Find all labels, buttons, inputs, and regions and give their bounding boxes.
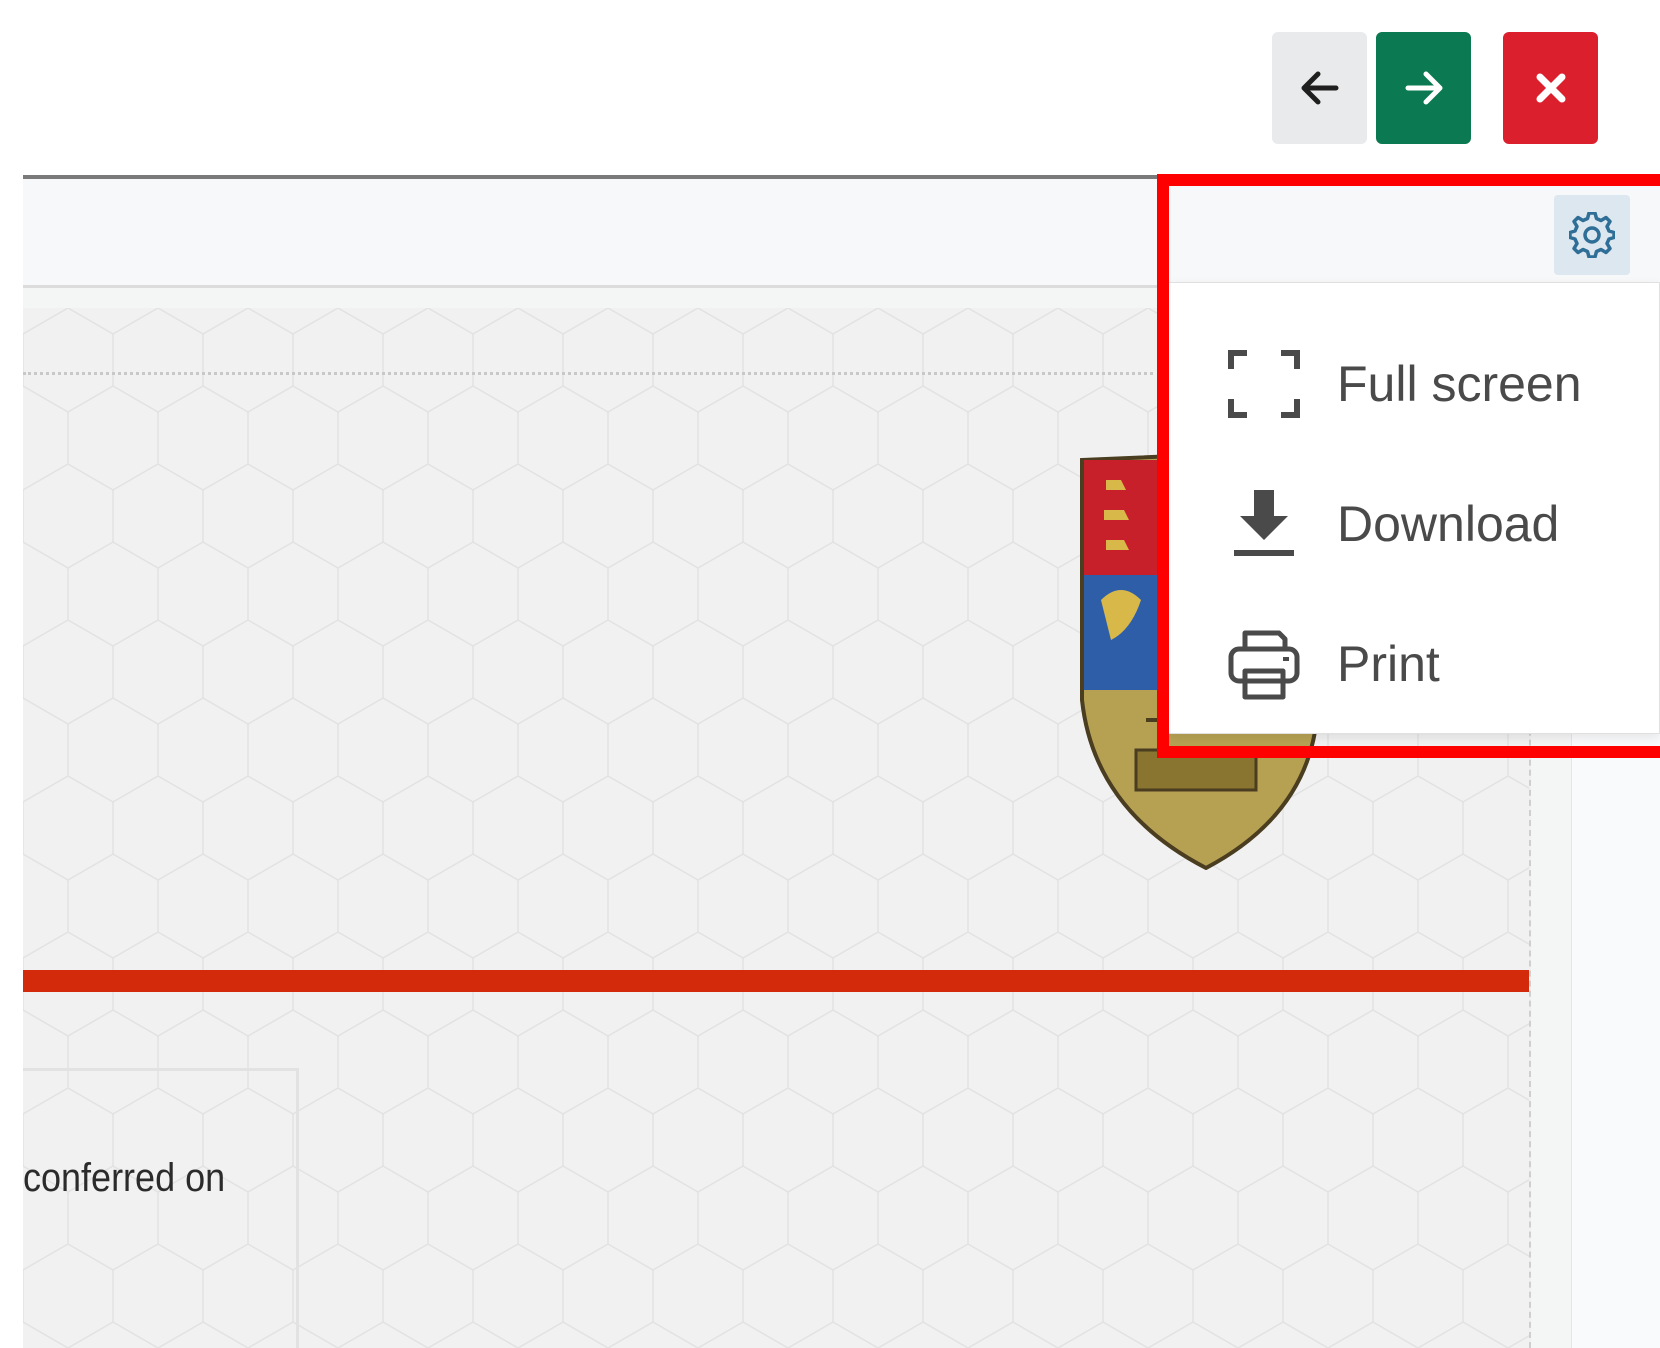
print-icon (1225, 625, 1303, 703)
arrow-left-icon (1301, 71, 1338, 105)
menu-item-label: Print (1337, 636, 1440, 692)
close-icon (1536, 73, 1565, 103)
red-divider (23, 970, 1529, 992)
settings-button[interactable] (1554, 195, 1630, 275)
menu-item-print[interactable]: Print (1169, 609, 1660, 719)
arrow-right-icon (1405, 71, 1442, 105)
conferred-text: conferred on (23, 1156, 226, 1200)
viewer-toolbar (23, 175, 1660, 288)
menu-item-full-screen[interactable]: Full screen (1169, 329, 1660, 439)
back-button[interactable] (1272, 32, 1367, 144)
gear-icon (1569, 212, 1615, 258)
next-button[interactable] (1376, 32, 1471, 144)
fullscreen-icon (1225, 345, 1303, 423)
close-button[interactable] (1503, 32, 1598, 144)
inner-frame (23, 1068, 299, 1348)
menu-item-label: Download (1337, 496, 1560, 552)
decorative-border (23, 372, 1153, 375)
menu-item-label: Full screen (1337, 356, 1582, 412)
settings-menu: Full screen Download Print (1168, 282, 1660, 734)
menu-item-download[interactable]: Download (1169, 469, 1660, 579)
download-icon (1225, 485, 1303, 563)
screen: conferred on Full screen Download Print (0, 0, 1660, 1348)
